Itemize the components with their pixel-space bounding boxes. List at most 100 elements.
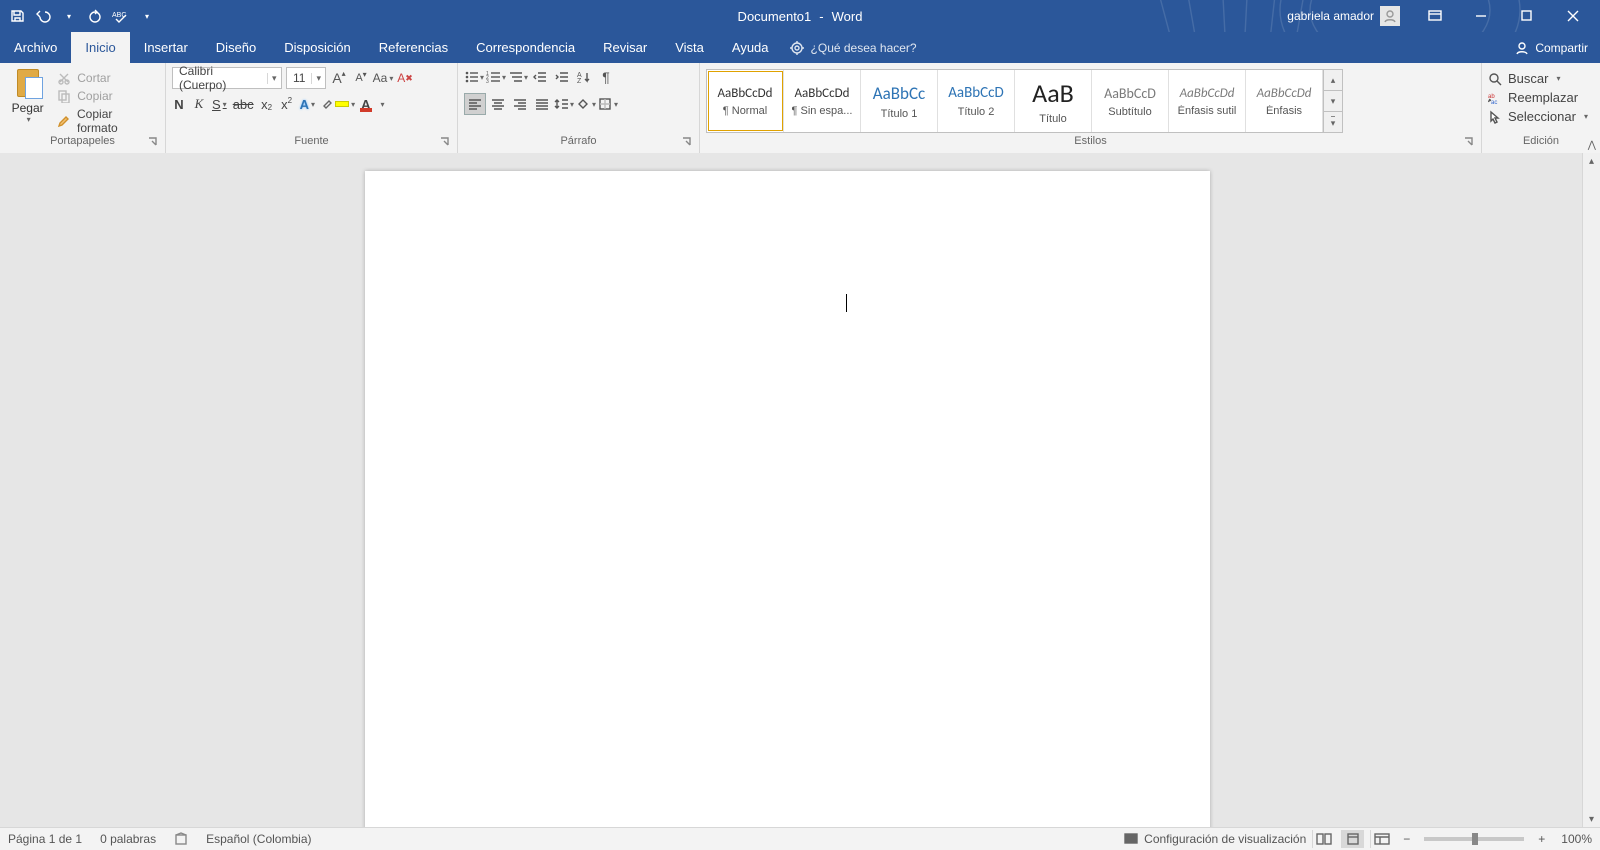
avatar[interactable] xyxy=(1380,6,1400,26)
maximize-button[interactable] xyxy=(1504,0,1550,32)
bullets-button[interactable]: ▾ xyxy=(464,67,484,87)
cut-button: Cortar xyxy=(57,71,155,85)
redo-button[interactable] xyxy=(84,4,106,28)
format-painter-button[interactable]: Copiar formato xyxy=(57,107,155,135)
page[interactable] xyxy=(365,171,1210,828)
style--nfasis[interactable]: AaBbCcDdÉnfasis xyxy=(1246,70,1323,132)
highlight-button[interactable]: ▾ xyxy=(321,95,355,113)
tab-revisar[interactable]: Revisar xyxy=(589,32,661,63)
subscript-button[interactable]: x2 xyxy=(260,95,274,113)
tell-me-box[interactable]: ¿Qué desea hacer? xyxy=(789,32,917,63)
parrafo-launcher[interactable] xyxy=(681,137,693,149)
tab-ayuda[interactable]: Ayuda xyxy=(718,32,783,63)
grow-font-button[interactable]: A▴ xyxy=(330,68,348,88)
zoom-in-button[interactable]: + xyxy=(1534,832,1549,846)
web-layout-button[interactable] xyxy=(1370,830,1393,848)
decrease-indent-button[interactable] xyxy=(530,67,550,87)
borders-button[interactable]: ▾ xyxy=(598,94,618,114)
scroll-up-button[interactable]: ▴ xyxy=(1583,153,1600,170)
zoom-level[interactable]: 100% xyxy=(1561,832,1592,846)
show-marks-button[interactable]: ¶ xyxy=(596,67,616,87)
numbering-button[interactable]: 123▾ xyxy=(486,67,506,87)
styles-down-button[interactable]: ▾ xyxy=(1324,91,1342,112)
undo-button[interactable] xyxy=(32,4,54,28)
styles-more-button[interactable]: ▾ xyxy=(1324,112,1342,132)
align-right-button[interactable] xyxy=(510,94,530,114)
zoom-slider[interactable] xyxy=(1424,837,1524,841)
spellcheck-button[interactable]: ABC xyxy=(110,4,132,28)
multilevel-button[interactable]: ▾ xyxy=(508,67,528,87)
styles-gallery[interactable]: AaBbCcDd¶ NormalAaBbCcDd¶ Sin espa...AaB… xyxy=(706,69,1323,133)
scroll-track[interactable] xyxy=(1583,170,1600,811)
undo-more-button[interactable]: ▾ xyxy=(58,4,80,28)
close-button[interactable] xyxy=(1550,0,1596,32)
zoom-out-button[interactable]: − xyxy=(1399,832,1414,846)
font-color-button[interactable]: A▾ xyxy=(361,95,384,113)
title-separator: - xyxy=(819,9,823,24)
change-case-button[interactable]: Aa▾ xyxy=(374,68,392,88)
svg-text:ABC: ABC xyxy=(112,12,126,19)
word-count[interactable]: 0 palabras xyxy=(100,832,156,846)
align-left-button[interactable] xyxy=(464,93,486,115)
minimize-button[interactable] xyxy=(1458,0,1504,32)
italic-button[interactable]: K xyxy=(192,95,206,113)
replace-button[interactable]: abacReemplazar xyxy=(1488,90,1588,105)
font-size-combo[interactable]: 11▾ xyxy=(286,67,326,89)
tab-referencias[interactable]: Referencias xyxy=(365,32,462,63)
style---sin-espa---[interactable]: AaBbCcDd¶ Sin espa... xyxy=(784,70,861,132)
shrink-font-button[interactable]: A▾ xyxy=(352,68,370,88)
find-button[interactable]: Buscar▾ xyxy=(1488,71,1588,86)
display-settings-icon[interactable] xyxy=(1124,832,1138,846)
style--nfasis-sutil[interactable]: AaBbCcDdÉnfasis sutil xyxy=(1169,70,1246,132)
line-spacing-button[interactable]: ▾ xyxy=(554,94,574,114)
tab-diseno[interactable]: Diseño xyxy=(202,32,270,63)
read-mode-button[interactable] xyxy=(1312,830,1335,848)
align-center-button[interactable] xyxy=(488,94,508,114)
strike-button[interactable]: abc xyxy=(233,95,254,113)
vertical-scrollbar[interactable]: ▴ ▾ xyxy=(1582,153,1600,828)
language[interactable]: Español (Colombia) xyxy=(206,832,311,846)
proofing-icon[interactable] xyxy=(174,832,188,846)
style-t-tulo-2[interactable]: AaBbCcDTítulo 2 xyxy=(938,70,1015,132)
replace-label: Reemplazar xyxy=(1508,90,1578,105)
clear-format-button[interactable]: A✖ xyxy=(396,68,414,88)
page-count[interactable]: Página 1 de 1 xyxy=(8,832,82,846)
bold-button[interactable]: N xyxy=(172,95,186,113)
display-settings[interactable]: Configuración de visualización xyxy=(1144,832,1306,846)
ribbon-options-button[interactable] xyxy=(1412,0,1458,32)
underline-button[interactable]: S▾ xyxy=(212,95,227,113)
text-effects-button[interactable]: A▾ xyxy=(300,95,315,113)
tab-archivo[interactable]: Archivo xyxy=(0,32,71,63)
font-name-combo[interactable]: Calibri (Cuerpo)▾ xyxy=(172,67,282,89)
style-subt-tulo[interactable]: AaBbCcDSubtítulo xyxy=(1092,70,1169,132)
print-layout-button[interactable] xyxy=(1341,830,1364,848)
estilos-launcher[interactable] xyxy=(1463,137,1475,149)
tab-correspondencia[interactable]: Correspondencia xyxy=(462,32,589,63)
fuente-launcher[interactable] xyxy=(439,137,451,149)
select-button[interactable]: Seleccionar▾ xyxy=(1488,109,1588,124)
tab-insertar[interactable]: Insertar xyxy=(130,32,202,63)
tab-inicio[interactable]: Inicio xyxy=(71,32,129,63)
shading-button[interactable]: ▾ xyxy=(576,94,596,114)
portapapeles-launcher[interactable] xyxy=(147,137,159,149)
increase-indent-button[interactable] xyxy=(552,67,572,87)
tab-disposicion[interactable]: Disposición xyxy=(270,32,364,63)
share-button[interactable]: Compartir xyxy=(1503,32,1600,63)
collapse-ribbon-button[interactable]: ⋀ xyxy=(1588,140,1596,151)
styles-up-button[interactable]: ▴ xyxy=(1324,70,1342,91)
style-t-tulo-1[interactable]: AaBbCcTítulo 1 xyxy=(861,70,938,132)
paste-button[interactable]: Pegar ▾ xyxy=(6,67,49,135)
save-button[interactable] xyxy=(6,4,28,28)
tab-vista[interactable]: Vista xyxy=(661,32,718,63)
superscript-button[interactable]: x2 xyxy=(280,95,294,113)
style---normal[interactable]: AaBbCcDd¶ Normal xyxy=(707,70,784,132)
select-label: Seleccionar xyxy=(1508,109,1576,124)
window-title: Documento1 - Word xyxy=(738,9,863,24)
svg-text:3: 3 xyxy=(486,79,489,84)
style-t-tulo[interactable]: AaBTítulo xyxy=(1015,70,1092,132)
justify-button[interactable] xyxy=(532,94,552,114)
scroll-down-button[interactable]: ▾ xyxy=(1583,811,1600,828)
sort-button[interactable]: AZ xyxy=(574,67,594,87)
qat-customize-button[interactable]: ▾ xyxy=(136,4,158,28)
group-label-parrafo: Párrafo xyxy=(560,135,596,147)
